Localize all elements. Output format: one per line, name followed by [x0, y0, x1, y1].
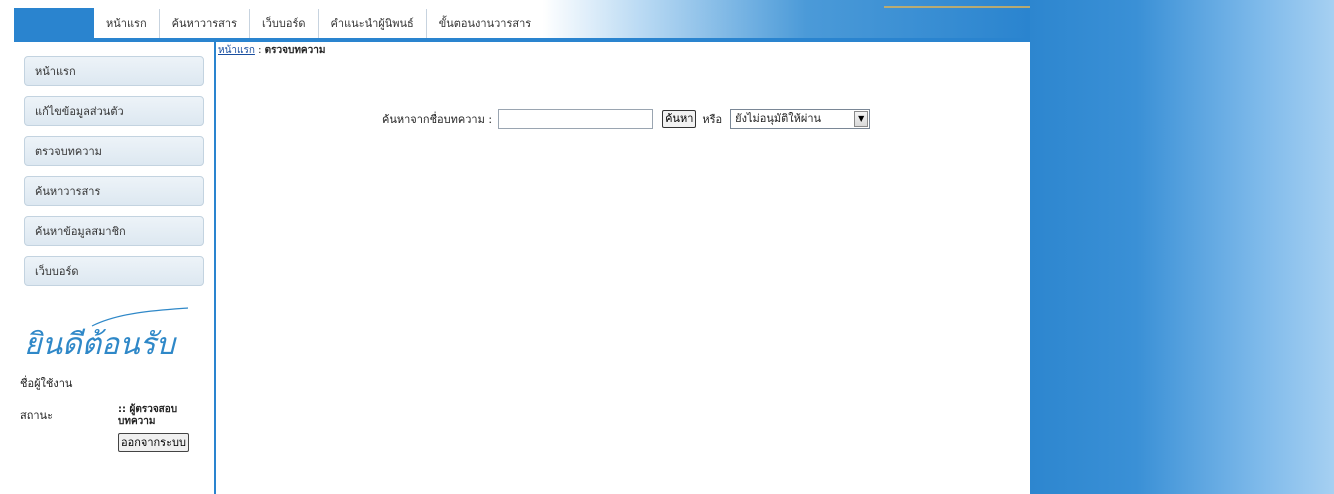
- sidebar-item-edit-profile[interactable]: แก้ไขข้อมูลส่วนตัว: [24, 96, 204, 126]
- breadcrumb-separator: :: [254, 45, 265, 56]
- right-decorative-panel: [1030, 0, 1334, 494]
- nav-item-home[interactable]: หน้าแรก: [94, 9, 160, 38]
- or-label: หรือ: [702, 113, 723, 126]
- search-button[interactable]: ค้นหา: [662, 110, 697, 128]
- sidebar-item-search-members[interactable]: ค้นหาข้อมูลสมาชิก: [24, 216, 204, 246]
- breadcrumb-current: ตรวจบทความ: [264, 45, 326, 56]
- nav-item-journal-process[interactable]: ขั้นตอนงานวารสาร: [427, 9, 543, 38]
- logout-button[interactable]: ออกจากระบบ: [118, 433, 189, 452]
- nav-item-search-journal[interactable]: ค้นหาวารสาร: [160, 9, 250, 38]
- status-value: :: ผู้ตรวจสอบบทความ: [118, 404, 178, 427]
- breadcrumb-home-link[interactable]: หน้าแรก: [218, 45, 255, 56]
- sidebar-item-review-articles[interactable]: ตรวจบทความ: [24, 136, 204, 166]
- search-label: ค้นหาจากชื่อบทความ :: [382, 113, 493, 126]
- nav-item-webboard[interactable]: เว็บบอร์ด: [250, 9, 319, 38]
- sidebar-divider: [214, 42, 216, 494]
- search-row: ค้นหาจากชื่อบทความ : ค้นหา หรือ ยังไม่อน…: [382, 108, 871, 130]
- breadcrumb: หน้าแรก : ตรวจบทความ: [218, 43, 325, 58]
- banner-left-cap: [14, 8, 94, 42]
- search-input[interactable]: [498, 109, 654, 129]
- sidebar-item-home[interactable]: หน้าแรก: [24, 56, 204, 86]
- status-filter-select[interactable]: ยังไม่อนุมัติให้ผ่าน ▼: [730, 109, 871, 129]
- status-filter-value: ยังไม่อนุมัติให้ผ่าน: [735, 112, 822, 125]
- sidebar: หน้าแรก แก้ไขข้อมูลส่วนตัว ตรวจบทความ ค้…: [14, 42, 214, 494]
- welcome-text: ยินดีต้อนรับ: [24, 327, 178, 362]
- welcome-logo: ยินดีต้อนรับ: [24, 307, 189, 362]
- user-label: ชื่อผู้ใช้งาน: [20, 377, 73, 390]
- nav-item-author-guide[interactable]: คำแนะนำผู้นิพนธ์: [319, 9, 427, 38]
- sidebar-item-search-journal[interactable]: ค้นหาวารสาร: [24, 176, 204, 206]
- chevron-down-icon[interactable]: ▼: [854, 111, 869, 127]
- status-label: สถานะ: [20, 409, 53, 422]
- sidebar-item-webboard[interactable]: เว็บบอร์ด: [24, 256, 204, 286]
- banner-top-line: [884, 6, 1030, 8]
- top-nav: หน้าแรก ค้นหาวารสาร เว็บบอร์ด คำแนะนำผู้…: [94, 9, 544, 38]
